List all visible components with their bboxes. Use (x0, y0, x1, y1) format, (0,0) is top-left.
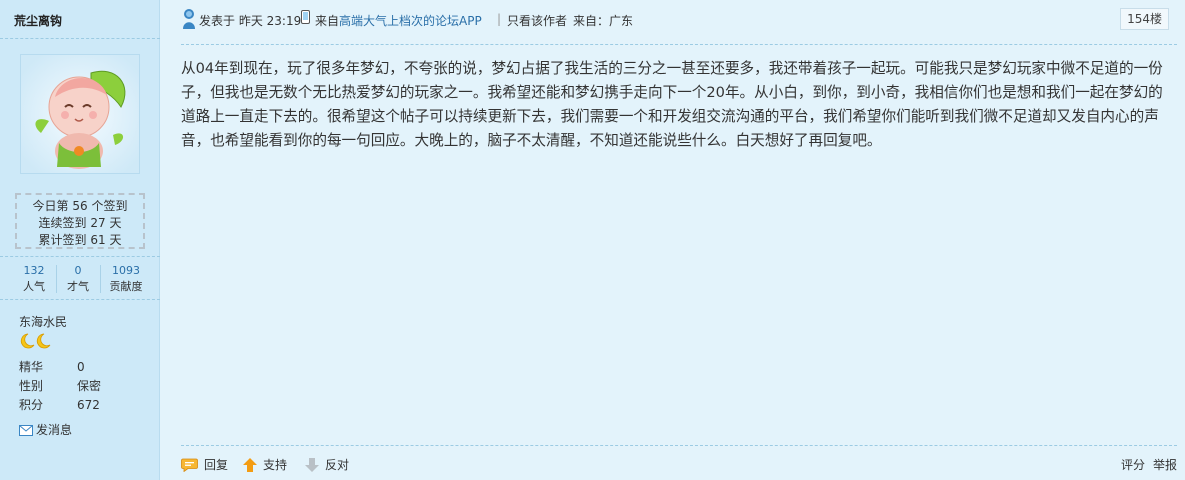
author-sidebar: 荒尘离钩 今日第 56 个签到 连续签到 27 天 累计签到 61 天 132 … (0, 0, 160, 480)
send-message-label: 发消息 (36, 423, 73, 437)
info-essence-value: 0 (77, 360, 85, 374)
mail-icon (19, 425, 33, 439)
user-rank[interactable]: 东海水民 (19, 313, 67, 330)
stat-talent[interactable]: 0 才气 (64, 263, 92, 295)
avatar-image (21, 55, 139, 173)
stat-contribution-value: 1093 (112, 264, 140, 277)
divider (181, 445, 1177, 446)
stat-talent-value: 0 (74, 264, 82, 277)
info-points-value: 672 (77, 398, 100, 412)
reply-icon (181, 458, 198, 473)
report-button[interactable]: 举报 (1153, 458, 1177, 472)
stat-divider (56, 265, 57, 293)
moon-icon (20, 333, 51, 349)
info-points: 积分 672 (19, 396, 139, 413)
oppose-label: 反对 (325, 458, 350, 472)
avatar[interactable] (20, 54, 140, 174)
post-header: 发表于 昨天 23:19 来自高端大气上档次的论坛APP | 只看该作者 来自：… (181, 8, 1177, 38)
oppose-button[interactable]: 反对 (305, 456, 349, 473)
user-online-icon (181, 8, 197, 33)
divider (0, 38, 160, 39)
post-content: 从04年到现在，玩了很多年梦幻，不夸张的说，梦幻占据了我生活的三分之一甚至还要多… (181, 60, 1163, 149)
arrow-down-icon (305, 458, 319, 472)
info-essence-key: 精华 (19, 360, 44, 374)
header-separator: | (497, 12, 502, 26)
info-gender-value: 保密 (77, 379, 102, 393)
support-label: 支持 (263, 458, 288, 472)
reply-label: 回复 (204, 458, 229, 472)
post-location: 来自：广东 (573, 14, 634, 28)
stat-popularity-value: 132 (23, 264, 45, 277)
info-points-key: 积分 (19, 398, 44, 412)
app-source: 来自高端大气上档次的论坛APP (315, 12, 482, 29)
info-gender: 性别 保密 (19, 377, 139, 394)
info-essence: 精华 0 (19, 358, 139, 375)
mobile-icon (301, 10, 310, 27)
stat-contribution-label: 贡献度 (109, 280, 143, 293)
rate-button[interactable]: 评分 (1121, 458, 1145, 472)
reply-button[interactable]: 回复 (181, 456, 228, 473)
signin-streak: 连续签到 27 天 (38, 216, 122, 230)
author-name[interactable]: 荒尘离钩 (14, 12, 62, 29)
app-source-prefix: 来自 (315, 14, 340, 28)
post-main: 发表于 昨天 23:19 来自高端大气上档次的论坛APP | 只看该作者 来自：… (161, 0, 1185, 480)
stat-popularity[interactable]: 132 人气 (20, 263, 48, 295)
signin-today: 今日第 56 个签到 (32, 199, 128, 213)
stat-divider (100, 265, 101, 293)
stat-popularity-label: 人气 (23, 280, 45, 293)
user-stats: 132 人气 0 才气 1093 贡献度 (0, 256, 160, 300)
stat-talent-label: 才气 (67, 280, 89, 293)
send-message-link[interactable]: 发消息 (19, 421, 72, 439)
rank-moons (19, 333, 53, 349)
support-button[interactable]: 支持 (243, 456, 287, 473)
post-right-actions: 评分 举报 (1113, 456, 1177, 473)
app-source-link[interactable]: 高端大气上档次的论坛APP (339, 14, 482, 28)
post-time: 发表于 昨天 23:19 (199, 14, 302, 28)
signin-total: 累计签到 61 天 (38, 233, 122, 247)
author-only-link[interactable]: 只看该作者 (507, 12, 567, 29)
arrow-up-icon (243, 458, 257, 472)
info-gender-key: 性别 (19, 379, 44, 393)
floor-number[interactable]: 154楼 (1120, 8, 1169, 30)
divider (181, 44, 1177, 45)
stat-contribution[interactable]: 1093 贡献度 (106, 263, 146, 295)
signin-stats-box: 今日第 56 个签到 连续签到 27 天 累计签到 61 天 (15, 193, 145, 249)
